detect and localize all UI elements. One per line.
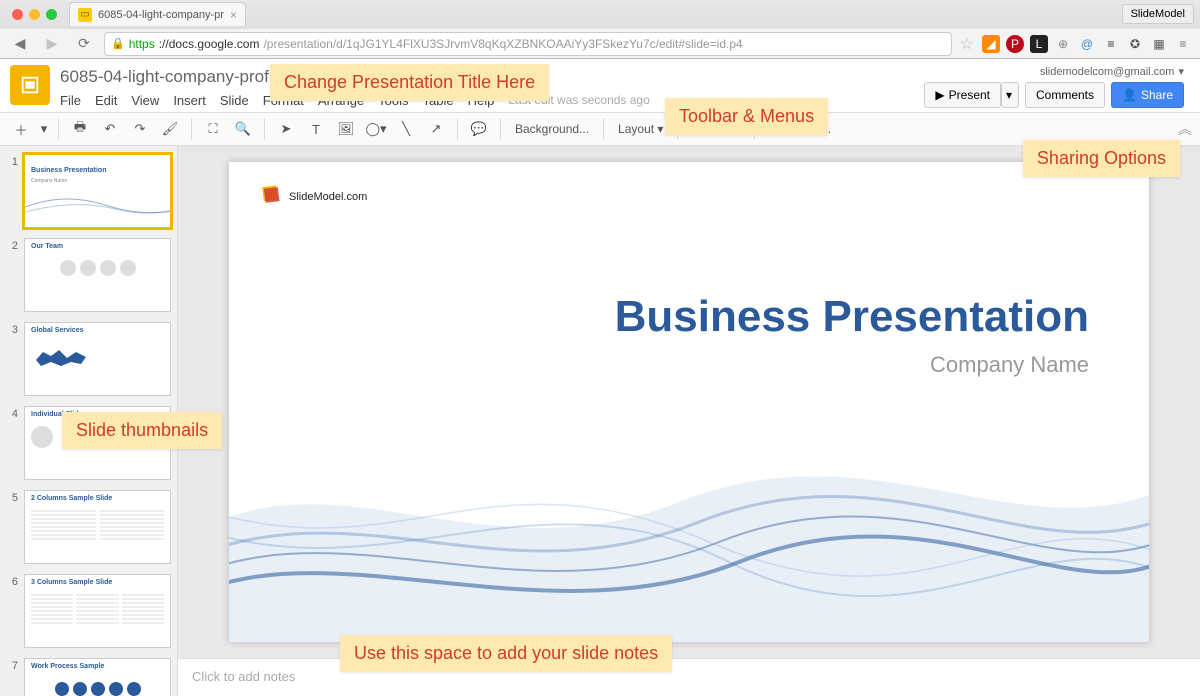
thumbnail-6[interactable]: 3 Columns Sample Slide xyxy=(24,574,171,648)
current-slide[interactable]: SlideModel.com Business Presentation Com… xyxy=(229,162,1149,642)
minimize-window[interactable] xyxy=(29,9,40,20)
forward-button[interactable]: ▶ xyxy=(40,32,64,56)
share-button[interactable]: 👤Share xyxy=(1111,82,1184,108)
collapse-toolbar-icon[interactable]: ︽ xyxy=(1178,119,1192,139)
annotation-toolbar: Toolbar & Menus xyxy=(665,98,828,135)
thumbnail-3[interactable]: Global Services xyxy=(24,322,171,396)
menu-view[interactable]: View xyxy=(131,93,159,108)
present-dropdown[interactable]: ▾ xyxy=(1001,82,1019,108)
undo-button[interactable]: ↶ xyxy=(97,116,123,142)
annotation-thumbs: Slide thumbnails xyxy=(62,412,222,449)
google-slides-logo[interactable] xyxy=(10,65,50,105)
new-slide-dropdown[interactable]: ▾ xyxy=(38,116,50,142)
line-tool[interactable]: ╲ xyxy=(393,116,419,142)
menu-edit[interactable]: Edit xyxy=(95,93,117,108)
zoom-fit-button[interactable]: ⛶ xyxy=(200,116,226,142)
ext-plus-icon[interactable]: ⊕ xyxy=(1054,35,1072,53)
redo-button[interactable]: ↷ xyxy=(127,116,153,142)
url-domain: ://docs.google.com xyxy=(159,37,260,51)
ext-pinterest-icon[interactable]: P xyxy=(1006,35,1024,53)
slide-heading: Business Presentation xyxy=(615,292,1089,342)
thumbnail-1[interactable]: Business Presentation Company Name xyxy=(24,154,171,228)
paint-format-button[interactable]: 🖌 xyxy=(157,116,183,142)
chevron-down-icon: ▾ xyxy=(1178,65,1184,78)
textbox-tool[interactable]: T xyxy=(303,116,329,142)
ext-analytics-icon[interactable]: ◢ xyxy=(982,35,1000,53)
thumb-number: 1 xyxy=(6,154,18,228)
url-path: /presentation/d/1qJG1YL4FlXU3SJrvmV8qKqX… xyxy=(263,37,742,51)
thumbnail-7[interactable]: Work Process Sample xyxy=(24,658,171,696)
bookmark-star-icon[interactable]: ☆ xyxy=(960,34,974,54)
speaker-notes[interactable]: Click to add notes xyxy=(178,658,1200,696)
present-button[interactable]: ▶Present xyxy=(924,82,1001,108)
ext-at-icon[interactable]: @ xyxy=(1078,35,1096,53)
close-window[interactable] xyxy=(12,9,23,20)
slidemodel-logo: SlideModel.com xyxy=(257,182,367,208)
address-bar-row: ◀ ▶ ⟳ 🔒 https ://docs.google.com/presenta… xyxy=(0,28,1200,58)
chrome-menu-icon[interactable]: ≡ xyxy=(1174,35,1192,53)
address-bar[interactable]: 🔒 https ://docs.google.com/presentation/d… xyxy=(104,32,952,56)
select-tool[interactable]: ➤ xyxy=(273,116,299,142)
comments-button[interactable]: Comments xyxy=(1025,82,1105,108)
browser-tab[interactable]: ▭ 6085-04-light-company-pr × xyxy=(69,2,246,26)
shape-tool[interactable]: ◯▾ xyxy=(363,116,389,142)
menu-insert[interactable]: Insert xyxy=(173,93,206,108)
ext-l-icon[interactable]: L xyxy=(1030,35,1048,53)
new-slide-button[interactable]: ＋ xyxy=(8,116,34,142)
comment-tool[interactable]: 💬 xyxy=(466,116,492,142)
reload-button[interactable]: ⟳ xyxy=(72,32,96,56)
print-button[interactable]: 🖶 xyxy=(67,116,93,142)
annotation-notes: Use this space to add your slide notes xyxy=(340,635,672,672)
layout-button[interactable]: Layout ▾ xyxy=(612,122,669,136)
browser-tab-bar: ▭ 6085-04-light-company-pr × SlideModel xyxy=(0,0,1200,28)
slides-favicon: ▭ xyxy=(78,8,92,22)
background-button[interactable]: Background... xyxy=(509,122,595,136)
arrow-tool[interactable]: ↗ xyxy=(423,116,449,142)
toolbar: ＋ ▾ 🖶 ↶ ↷ 🖌 ⛶ 🔍 ➤ T 🖼 ◯▾ ╲ ↗ 💬 Backgroun… xyxy=(0,112,1200,146)
back-button[interactable]: ◀ xyxy=(8,32,32,56)
annotation-title: Change Presentation Title Here xyxy=(270,64,549,101)
window-controls xyxy=(6,9,63,20)
thumbnail-5[interactable]: 2 Columns Sample Slide xyxy=(24,490,171,564)
app-header: 6085-04-light-company-profile.pptx File … xyxy=(0,59,1200,112)
tab-title: 6085-04-light-company-pr xyxy=(98,9,224,21)
ext-buffer-icon[interactable]: ≡ xyxy=(1102,35,1120,53)
maximize-window[interactable] xyxy=(46,9,57,20)
browser-profile[interactable]: SlideModel xyxy=(1122,4,1194,24)
person-icon: 👤 xyxy=(1122,88,1137,102)
ext-evernote-icon[interactable]: ✪ xyxy=(1126,35,1144,53)
menu-file[interactable]: File xyxy=(60,93,81,108)
account-email[interactable]: slidemodelcom@gmail.com ▾ xyxy=(1040,65,1184,78)
ext-grid-icon[interactable]: ▦ xyxy=(1150,35,1168,53)
slide-canvas[interactable]: SlideModel.com Business Presentation Com… xyxy=(178,146,1200,658)
annotation-sharing: Sharing Options xyxy=(1023,140,1180,177)
image-tool[interactable]: 🖼 xyxy=(333,116,359,142)
menu-slide[interactable]: Slide xyxy=(220,93,249,108)
zoom-button[interactable]: 🔍 xyxy=(230,116,256,142)
url-protocol: https xyxy=(129,37,155,51)
close-tab-icon[interactable]: × xyxy=(230,8,237,22)
extensions-bar: ◢ P L ⊕ @ ≡ ✪ ▦ ≡ xyxy=(982,35,1192,53)
lock-icon: 🔒 xyxy=(111,37,125,50)
play-icon: ▶ xyxy=(935,88,944,102)
thumbnail-2[interactable]: Our Team xyxy=(24,238,171,312)
